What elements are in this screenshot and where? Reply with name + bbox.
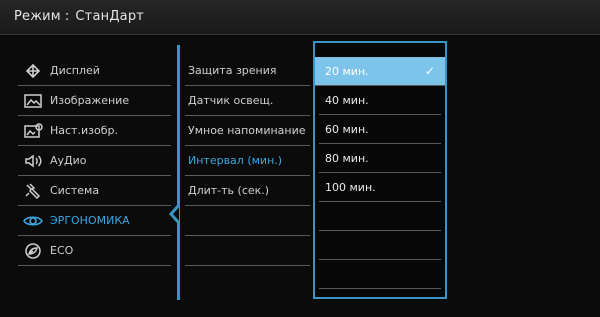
option-40-min[interactable]: 40 мин. <box>319 86 441 115</box>
menu-item-picture[interactable]: Изображение <box>18 86 171 116</box>
wrench-icon <box>22 182 44 200</box>
mid-item-smart-reminder[interactable]: Умное напоминание <box>185 116 310 146</box>
mode-indicator: Режим: СтанДарт <box>14 9 144 24</box>
checkmark-icon: ✓ <box>424 64 435 78</box>
menu-item-system[interactable]: Система <box>18 176 171 206</box>
mid-item-interval[interactable]: Интервал (мин.) <box>185 146 310 176</box>
menu-item-label: Дисплей <box>50 64 100 77</box>
title-bar: Режим: СтанДарт <box>0 0 600 35</box>
mode-separator: : <box>64 9 70 24</box>
option-empty <box>319 202 441 231</box>
speaker-icon <box>22 152 44 170</box>
interval-options: 20 мин. ✓ 40 мин. 60 мин. 80 мин. 100 ми… <box>313 41 447 299</box>
ergonomics-submenu: Защита зрения Датчик освещ. Умное напоми… <box>185 56 310 266</box>
mid-item-eye-protect[interactable]: Защита зрения <box>185 56 310 86</box>
menu-item-label: ЭРГОНОМИКА <box>50 214 130 227</box>
menu-item-eco[interactable]: ECO <box>18 236 171 266</box>
menu-item-ergonomics[interactable]: ЭРГОНОМИКА <box>18 206 171 236</box>
options-header <box>315 43 445 57</box>
mid-item-empty <box>185 206 310 236</box>
mid-item-empty <box>185 236 310 266</box>
osd-window: Режим: СтанДарт Дисплей Изображение Наст.… <box>0 0 600 317</box>
menu-divider <box>177 45 180 300</box>
leaf-icon <box>22 242 44 260</box>
mode-value: СтанДарт <box>75 9 145 24</box>
eye-icon <box>22 212 44 230</box>
menu-item-label: Изображение <box>50 94 130 107</box>
option-label: 80 мин. <box>325 151 369 165</box>
option-80-min[interactable]: 80 мин. <box>319 144 441 173</box>
option-label: 60 мин. <box>325 122 369 136</box>
option-100-min[interactable]: 100 мин. <box>319 173 441 202</box>
picture-icon <box>22 92 44 110</box>
active-caret-icon <box>168 204 181 224</box>
option-60-min[interactable]: 60 мин. <box>319 115 441 144</box>
mode-label: Режим <box>14 9 61 24</box>
menu-item-display[interactable]: Дисплей <box>18 56 171 86</box>
menu-item-label: ECO <box>50 244 74 257</box>
mid-item-light-sensor[interactable]: Датчик освещ. <box>185 86 310 116</box>
picture-advanced-icon <box>22 122 44 140</box>
main-menu: Дисплей Изображение Наст.изобр. АуДио Си… <box>18 56 171 266</box>
display-icon <box>22 62 44 80</box>
menu-item-label: Система <box>50 184 100 197</box>
option-20-min[interactable]: 20 мин. ✓ <box>315 57 445 86</box>
menu-item-picture-advanced[interactable]: Наст.изобр. <box>18 116 171 146</box>
option-label: 20 мин. <box>325 64 369 78</box>
option-empty <box>319 260 441 289</box>
option-empty <box>319 231 441 260</box>
option-label: 100 мин. <box>325 180 376 194</box>
menu-item-label: Наст.изобр. <box>50 124 118 137</box>
mid-item-duration[interactable]: Длит-ть (сек.) <box>185 176 310 206</box>
option-label: 40 мин. <box>325 93 369 107</box>
menu-item-audio[interactable]: АуДио <box>18 146 171 176</box>
menu-item-label: АуДио <box>50 154 87 167</box>
